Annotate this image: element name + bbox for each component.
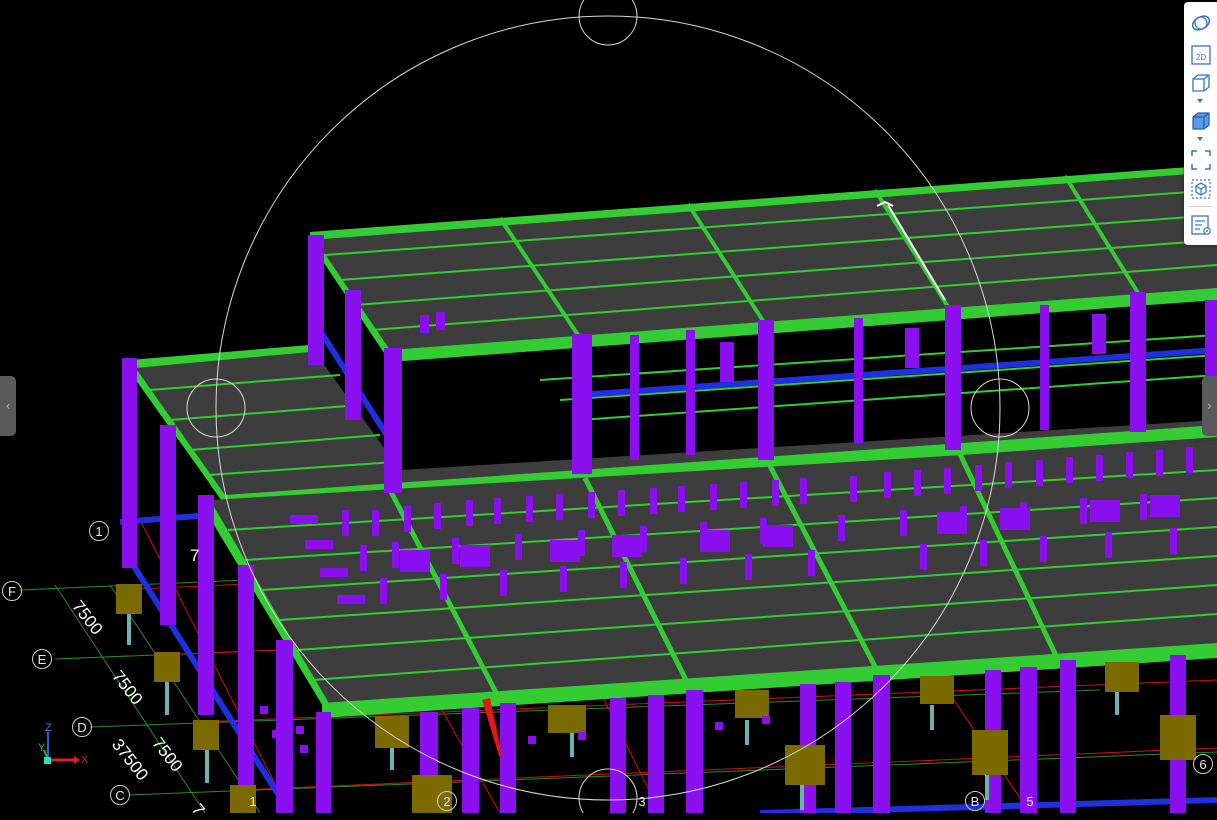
view-toolbar: 2D bbox=[1184, 2, 1217, 245]
grid-axis-label-f: F bbox=[2, 581, 22, 601]
2d-view-icon: 2D bbox=[1190, 44, 1211, 65]
2d-view-label: 2D bbox=[1195, 53, 1205, 62]
axes-gizmo: Z Y X bbox=[34, 722, 94, 772]
grid-axis-label-e: E bbox=[32, 649, 52, 669]
shaded-view-button[interactable] bbox=[1188, 108, 1213, 133]
toolbar-divider bbox=[1189, 206, 1212, 207]
grid-axis-label-b: B bbox=[965, 791, 985, 811]
view-cube-dropdown-caret[interactable] bbox=[1197, 99, 1203, 103]
grid-axis-label-2: 2 bbox=[437, 791, 457, 811]
axis-x-label: X bbox=[81, 754, 89, 766]
3d-model-viewport[interactable] bbox=[0, 0, 1217, 813]
fit-view-icon bbox=[1190, 149, 1211, 170]
properties-icon bbox=[1190, 214, 1211, 235]
properties-button[interactable] bbox=[1188, 212, 1213, 237]
dimension-partial-top: 7 bbox=[190, 546, 200, 565]
shaded-view-dropdown-caret[interactable] bbox=[1197, 137, 1203, 141]
grid-axis-label-1-bottom: 1 bbox=[249, 793, 257, 809]
section-box-icon bbox=[1190, 178, 1211, 199]
grid-axis-label-3: 3 bbox=[638, 793, 646, 809]
axis-z-label: Z bbox=[45, 722, 52, 734]
grid-axis-label-6: 6 bbox=[1193, 754, 1213, 774]
north-arrow bbox=[482, 698, 502, 756]
shaded-cube-icon bbox=[1191, 111, 1210, 130]
grid-axis-label-c: C bbox=[110, 785, 130, 805]
grid-axis-label-5: 5 bbox=[1026, 793, 1034, 809]
fit-view-button[interactable] bbox=[1188, 147, 1213, 172]
section-box-button[interactable] bbox=[1188, 176, 1213, 201]
right-panel-toggle[interactable]: › bbox=[1202, 376, 1217, 436]
view-cube-button[interactable] bbox=[1188, 70, 1213, 95]
axis-y-label: Y bbox=[38, 742, 46, 754]
view-cube-icon bbox=[1191, 73, 1210, 92]
left-panel-toggle[interactable]: ‹ bbox=[0, 376, 16, 436]
2d-view-button[interactable]: 2D bbox=[1188, 42, 1213, 67]
orbit-icon bbox=[1191, 14, 1210, 31]
grid-axis-label-1: 1 bbox=[89, 521, 109, 541]
orbit-button[interactable] bbox=[1188, 10, 1213, 35]
